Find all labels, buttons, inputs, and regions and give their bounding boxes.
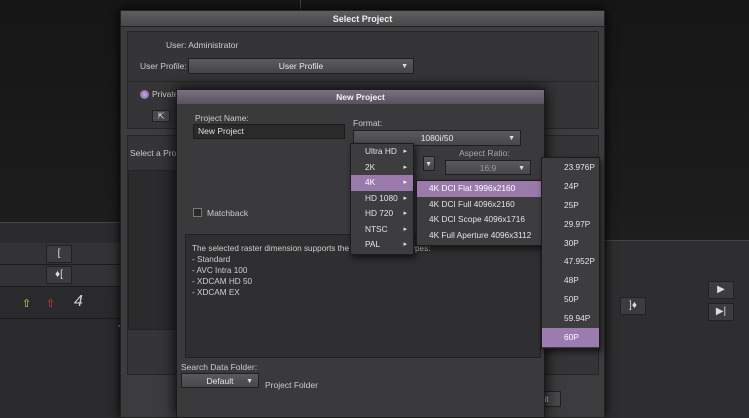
segment-tool-icon[interactable]: 4 (74, 293, 83, 311)
mark-in-button[interactable]: [ (46, 245, 72, 263)
menu-item-ntsc[interactable]: NTSC ▸ (351, 222, 413, 238)
menu-item-23976p[interactable]: 23.976P (542, 158, 599, 177)
browse-folder-button[interactable]: ⇱ (152, 110, 170, 122)
aspect-ratio-label: Aspect Ratio: (459, 148, 510, 158)
menu-item-5994p[interactable]: 59.94P (542, 309, 599, 328)
background-divider (300, 0, 301, 10)
menu-item-60p[interactable]: 60P (542, 328, 599, 347)
aspect-ratio-dropdown[interactable]: 16:9 ▼ (445, 160, 531, 175)
project-name-input[interactable]: New Project (193, 124, 345, 139)
menu-item-30p[interactable]: 30P (542, 234, 599, 253)
menu-item-4k[interactable]: 4K ▸ (351, 175, 413, 191)
info-line: - XDCAM HD 50 (192, 277, 253, 286)
menu-item-4k-dci-scope[interactable]: 4K DCI Scope 4096x1716▸ (417, 212, 551, 228)
project-name-label: Project Name: (195, 113, 249, 123)
menu-item-4k-dci-full[interactable]: 4K DCI Full 4096x2160▸ (417, 197, 551, 213)
matchback-label: Matchback (207, 208, 249, 218)
aspect-ratio-value: 16:9 (479, 163, 497, 173)
info-line: - Standard (192, 255, 231, 264)
new-project-title: New Project (177, 90, 544, 104)
info-line: - XDCAM EX (192, 288, 240, 297)
chevron-down-icon: ▼ (425, 161, 432, 168)
search-folder-dropdown[interactable]: Default ▼ (181, 373, 259, 388)
format-category-menu: Ultra HD ▸ 2K ▸ 4K ▸ HD 1080 ▸ HD 720 ▸ NTSC ▸… (350, 143, 414, 255)
color-space-dropdown[interactable]: ▼ (423, 156, 435, 171)
menu-item-4k-full-aperture[interactable]: 4K Full Aperture 4096x3112▸ (417, 228, 551, 244)
menu-item-47952p[interactable]: 47.952P (542, 252, 599, 271)
user-profile-value: User Profile (278, 61, 324, 71)
menu-item-2997p[interactable]: 29.97P (542, 215, 599, 234)
format-value: 1080i/50 (420, 133, 454, 143)
chevron-down-icon: ▼ (246, 378, 253, 385)
private-label: Private (152, 89, 179, 99)
user-label: User: Administrator (166, 40, 239, 50)
4k-raster-menu: 4K DCI Flat 3996x2160▸ 4K DCI Full 4096x… (416, 180, 552, 246)
format-label: Format: (353, 118, 383, 128)
chevron-down-icon: ▼ (518, 165, 525, 172)
go-to-in-button[interactable]: ♦[ (46, 266, 72, 284)
menu-item-2k[interactable]: 2K ▸ (351, 160, 413, 176)
project-folder-label: Project Folder (265, 380, 318, 390)
chevron-down-icon: ▼ (401, 63, 408, 70)
search-folder-value: Default (206, 376, 234, 386)
background-left-panel: [ ♦[ ⇧ ⇧ 4 ◂ (0, 222, 130, 418)
bg-toolbar: ⇧ ⇧ 4 (0, 289, 130, 319)
menu-item-25p[interactable]: 25P (542, 196, 599, 215)
step-forward-button[interactable]: ▶| (708, 303, 734, 321)
project-list[interactable] (128, 170, 178, 330)
background-right-panel: ▶ ]♦ ▶| (596, 240, 749, 418)
bg-row: [ (0, 243, 130, 265)
menu-item-24p[interactable]: 24P (542, 177, 599, 196)
menu-item-50p[interactable]: 50P (542, 290, 599, 309)
select-project-title: Select Project (121, 11, 604, 27)
menu-item-4k-dci-flat[interactable]: 4K DCI Flat 3996x2160▸ (417, 181, 551, 197)
menu-item-ultra-hd[interactable]: Ultra HD ▸ (351, 144, 413, 160)
lift-icon[interactable]: ⇧ (22, 297, 31, 310)
bg-row: ♦[ (0, 265, 130, 287)
menu-item-48p[interactable]: 48P (542, 271, 599, 290)
private-radio[interactable] (140, 90, 149, 99)
matchback-checkbox[interactable] (193, 208, 202, 217)
extract-icon[interactable]: ⇧ (46, 297, 55, 310)
menu-item-hd-720[interactable]: HD 720 ▸ (351, 206, 413, 222)
menu-item-hd-1080[interactable]: HD 1080 ▸ (351, 191, 413, 207)
info-line: - AVC Intra 100 (192, 266, 248, 275)
play-button[interactable]: ▶ (708, 281, 734, 299)
chevron-down-icon: ▼ (508, 135, 515, 142)
user-profile-label: User Profile: (140, 61, 187, 71)
go-to-out-button[interactable]: ]♦ (620, 297, 646, 315)
frame-rate-menu: 23.976P 24P 25P 29.97P 30P 47.952P 48P 5… (541, 157, 600, 349)
search-folder-label: Search Data Folder: (181, 362, 258, 372)
menu-item-pal[interactable]: PAL ▸ (351, 237, 413, 253)
user-profile-dropdown[interactable]: User Profile ▼ (188, 58, 414, 74)
